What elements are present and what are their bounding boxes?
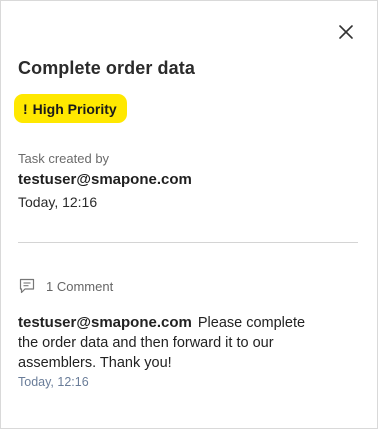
task-detail-panel: Complete order data ! High Priority Task… bbox=[0, 0, 378, 429]
comment-item: testuser@smapone.com Please complete the … bbox=[18, 313, 328, 373]
priority-label: High Priority bbox=[32, 100, 117, 117]
comment-time: Today, 12:16 bbox=[18, 375, 89, 389]
comment-author: testuser@smapone.com bbox=[18, 314, 192, 331]
comment-icon bbox=[18, 277, 36, 295]
created-time: Today, 12:16 bbox=[18, 194, 98, 210]
exclamation-icon: ! bbox=[23, 100, 28, 117]
divider bbox=[18, 242, 358, 243]
close-icon bbox=[339, 25, 353, 39]
priority-badge[interactable]: ! High Priority bbox=[14, 94, 127, 123]
created-by-user: testuser@smapone.com bbox=[18, 171, 192, 188]
comments-count: 1 Comment bbox=[46, 278, 114, 294]
close-button[interactable] bbox=[338, 24, 354, 40]
comments-toggle[interactable]: 1 Comment bbox=[18, 277, 113, 295]
created-by-label: Task created by bbox=[18, 151, 110, 166]
task-title: Complete order data bbox=[18, 58, 195, 78]
